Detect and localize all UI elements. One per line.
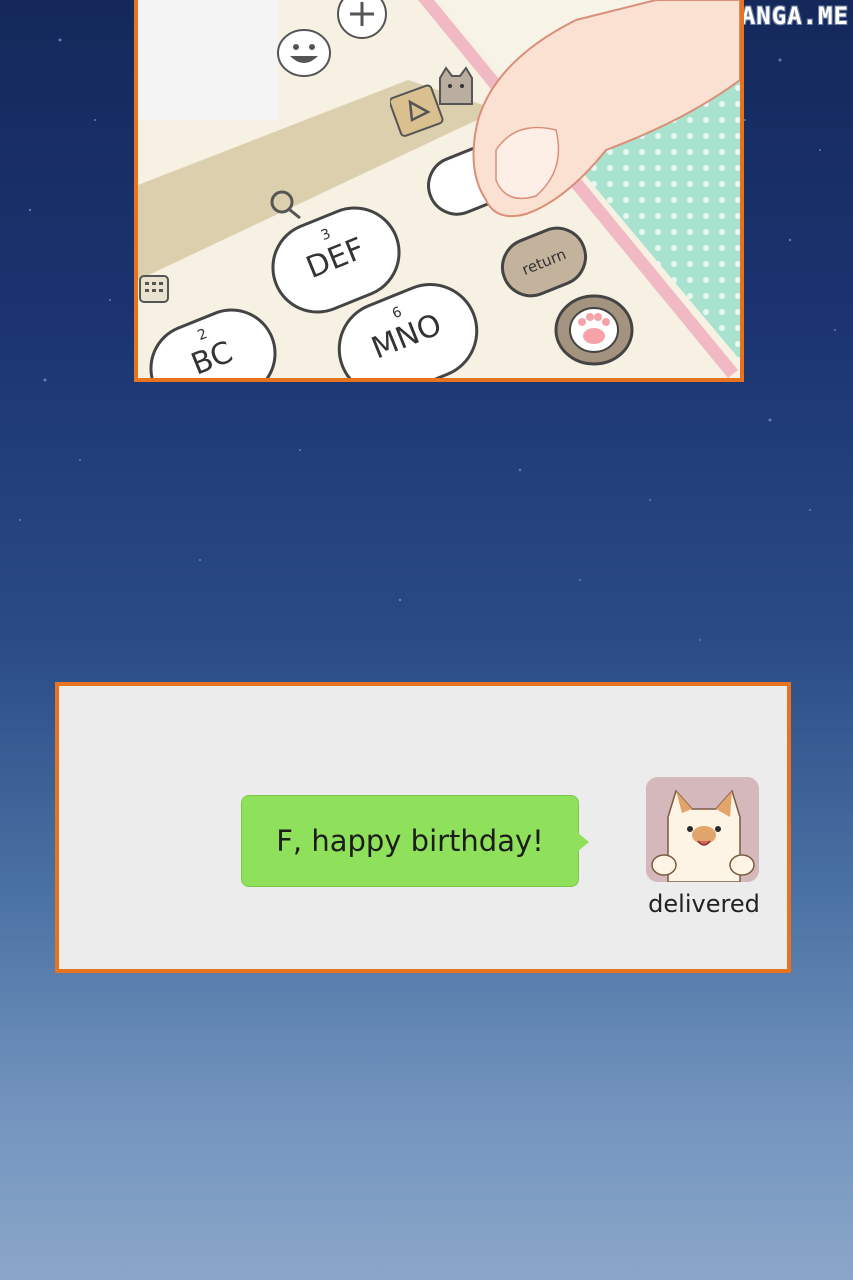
search-icon[interactable] <box>266 186 306 226</box>
chat-panel: F, happy birthday! delivered <box>55 682 791 973</box>
plus-icon[interactable] <box>334 0 390 40</box>
bubble-tail <box>578 833 589 851</box>
cat-avatar-icon <box>646 777 759 882</box>
smiley-icon[interactable] <box>276 28 332 78</box>
finger-illustration <box>472 0 740 218</box>
message-text: F, happy birthday! <box>276 824 544 858</box>
keyboard-icon[interactable] <box>138 270 172 310</box>
return-label: return <box>519 245 569 279</box>
paw-icon[interactable] <box>552 292 636 368</box>
delivery-status: delivered <box>648 890 760 918</box>
message-bubble[interactable]: F, happy birthday! <box>241 795 579 887</box>
avatar[interactable] <box>646 777 759 882</box>
keyboard-panel: 3 DEF 6 MNO 2 BC return <box>134 0 744 382</box>
